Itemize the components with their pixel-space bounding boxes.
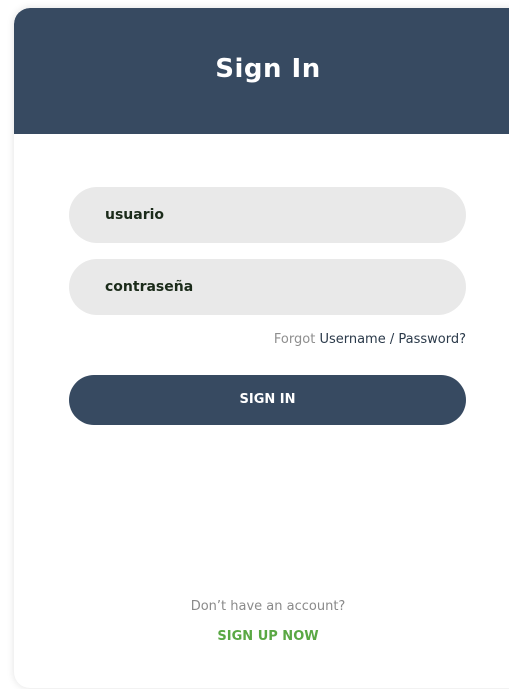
password-field[interactable]: contraseña (69, 259, 466, 315)
sign-in-card: Sign In usuario contraseña Forgot Userna… (14, 8, 509, 688)
forgot-credentials-link[interactable]: Username / Password? (319, 332, 466, 347)
forgot-credentials: Forgot Username / Password? (69, 332, 466, 347)
no-account-text: Don’t have an account? (190, 599, 346, 614)
forgot-prefix: Forgot (273, 332, 316, 347)
sign-up-link[interactable]: SIGN UP NOW (14, 629, 509, 644)
username-field[interactable]: usuario (69, 187, 466, 243)
sign-in-button[interactable]: SIGN IN (69, 375, 466, 425)
card-header: Sign In (14, 8, 509, 134)
page-title: Sign In (215, 54, 321, 84)
